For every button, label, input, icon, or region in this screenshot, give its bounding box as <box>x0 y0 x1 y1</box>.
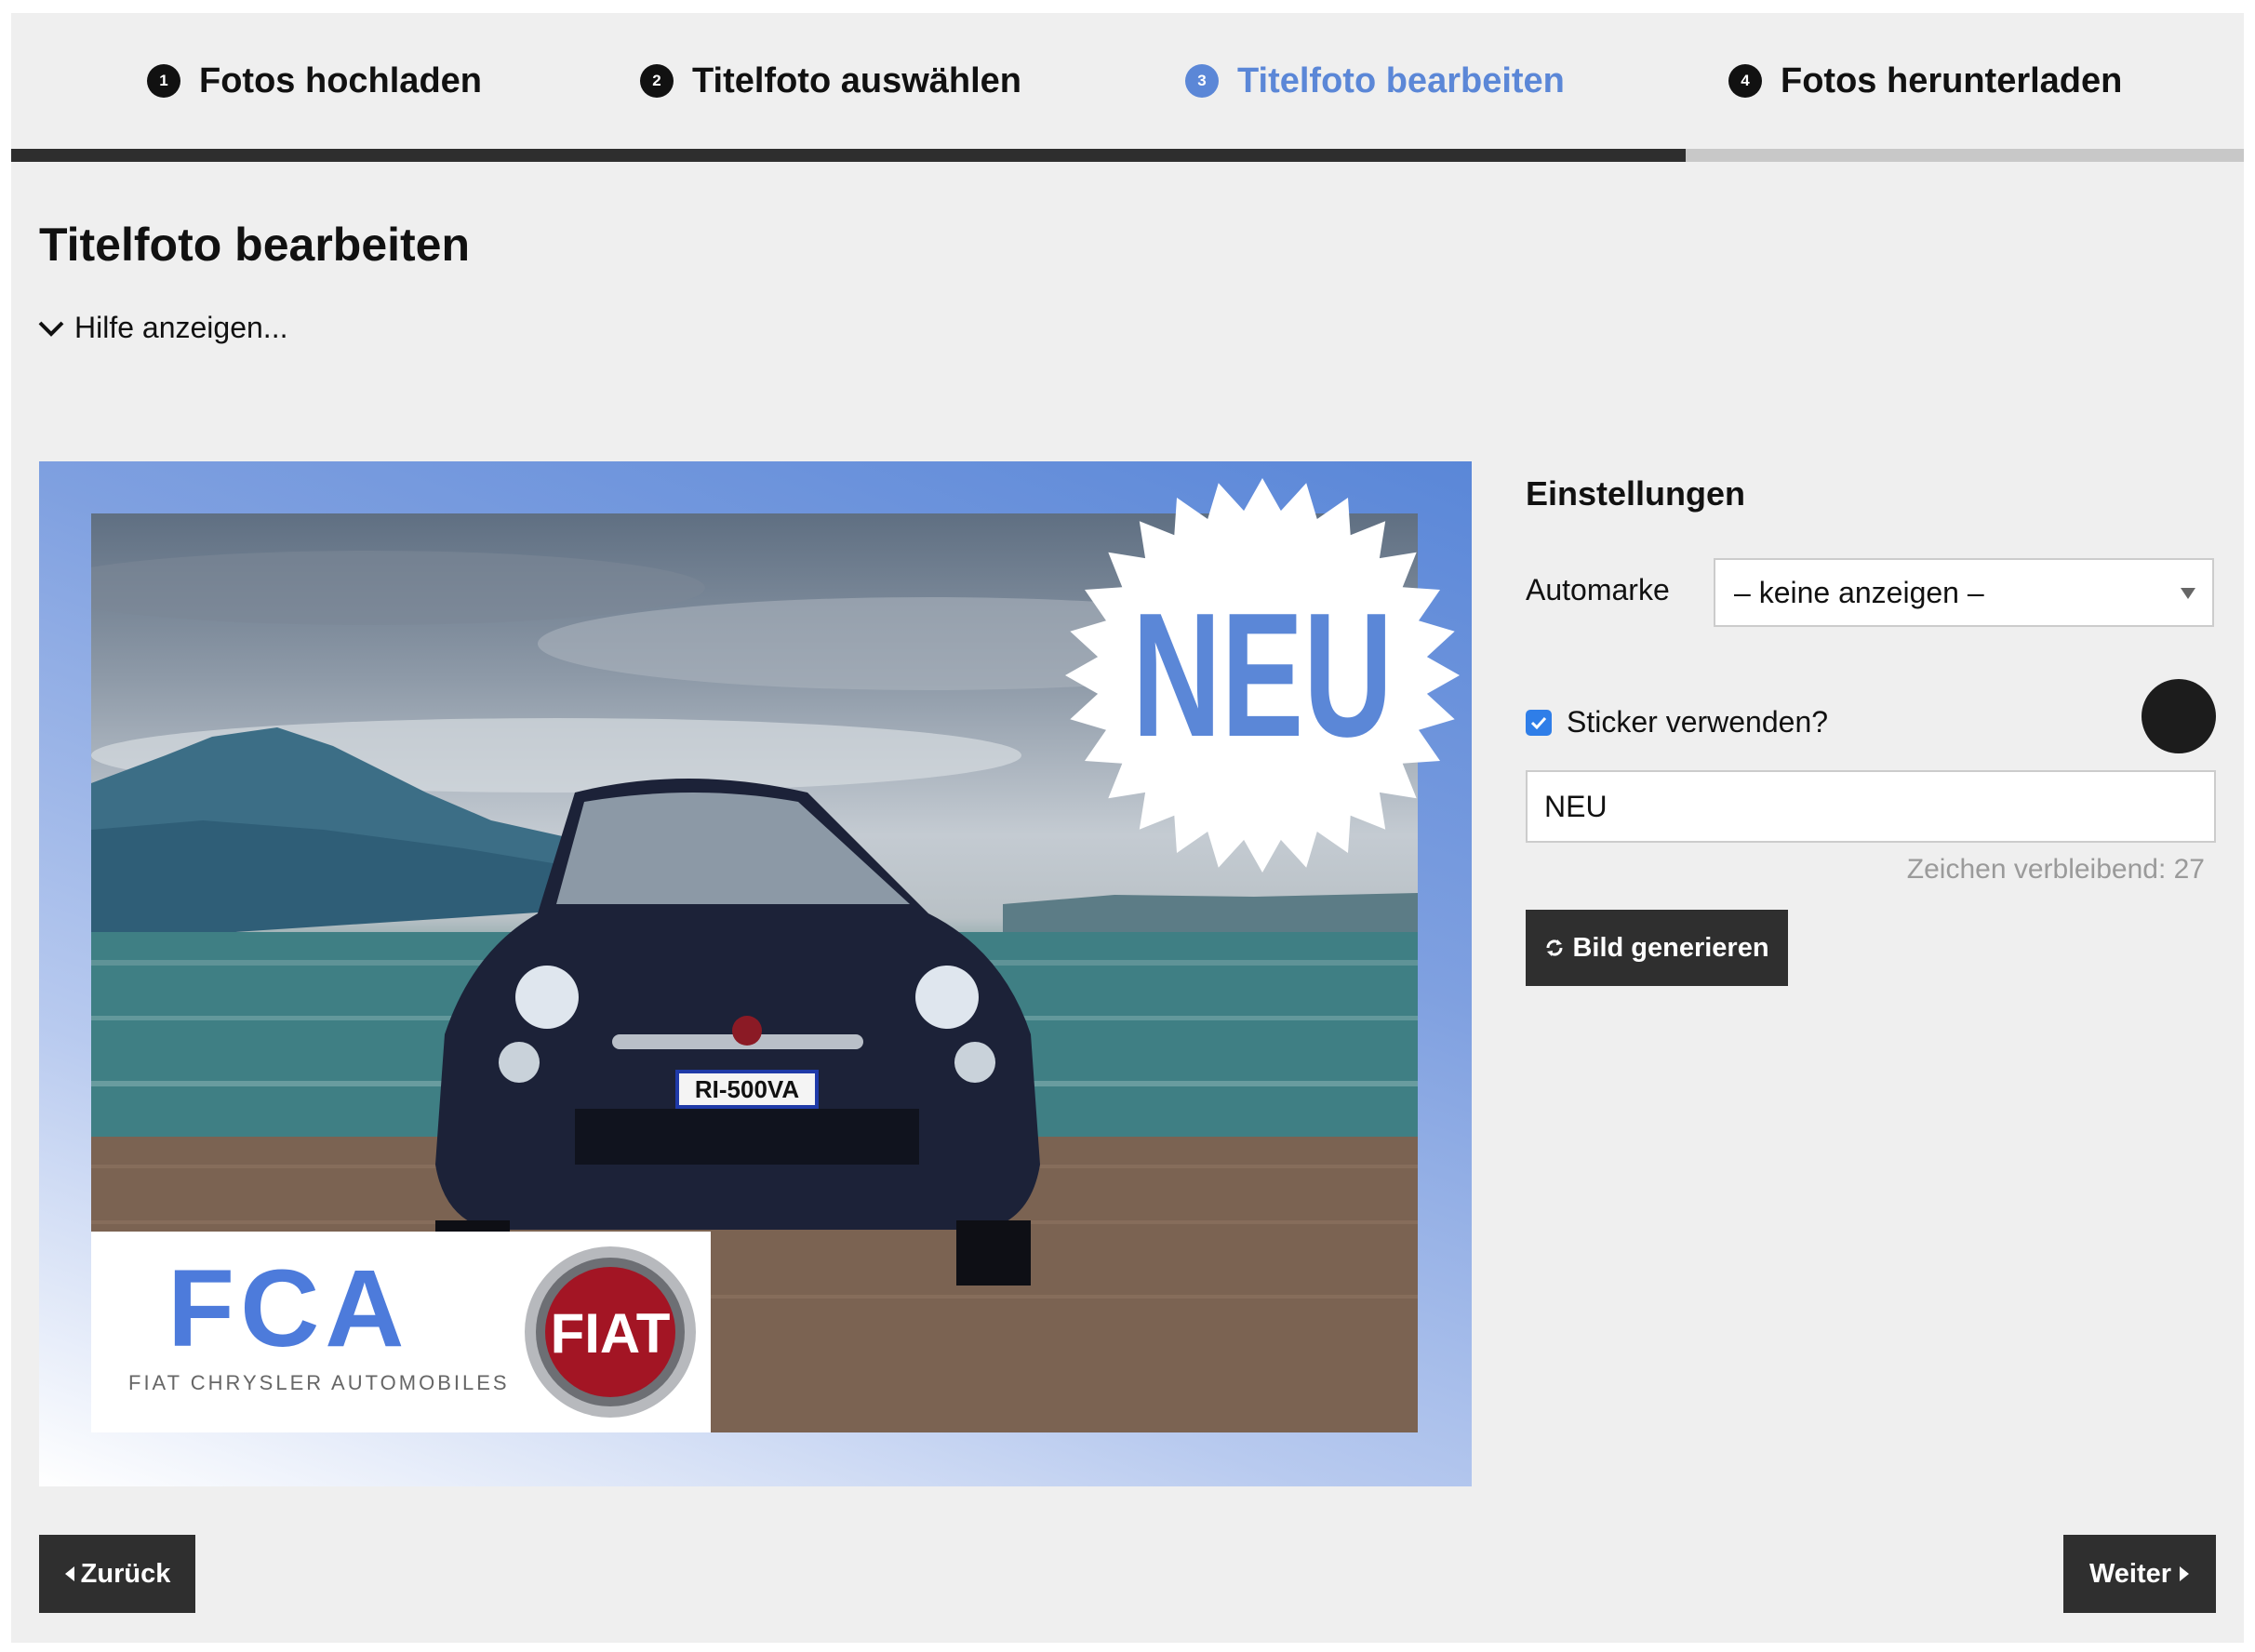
cover-preview: RI-500VA FCA FIAT CHRYSLER AUTOMOBILES F… <box>39 461 1472 1486</box>
sticker-text: NEU <box>1132 577 1393 774</box>
sticker-text-value: NEU <box>1544 789 1608 823</box>
step-label: Fotos herunterladen <box>1781 60 2123 100</box>
help-label: Hilfe anzeigen... <box>74 311 288 344</box>
sticker-label: Sticker verwenden? <box>1567 705 1829 739</box>
checkmark-icon <box>1530 716 1547 729</box>
sticker-badge: NEU <box>1065 478 1460 873</box>
generate-image-button[interactable]: Bild generieren <box>1526 910 1788 986</box>
step-label: Titelfoto bearbeiten <box>1237 60 1565 100</box>
step-number: 4 <box>1728 64 1762 98</box>
sticker-option: Sticker verwenden? <box>1526 705 1828 739</box>
next-button[interactable]: Weiter <box>2063 1535 2216 1613</box>
license-plate-text: RI-500VA <box>695 1075 799 1103</box>
step-edit-cover[interactable]: 3 Titelfoto bearbeiten <box>1185 58 1565 104</box>
sticker-color-picker[interactable] <box>2142 679 2216 753</box>
next-label: Weiter <box>2088 1558 2172 1589</box>
settings-title: Einstellungen <box>1526 474 1746 513</box>
step-label: Fotos hochladen <box>199 60 482 100</box>
help-toggle[interactable]: Hilfe anzeigen... <box>37 311 287 345</box>
automarke-label: Automarke <box>1526 573 1670 606</box>
step-upload[interactable]: 1 Fotos hochladen <box>147 58 482 104</box>
brand-logo-box: FCA FIAT CHRYSLER AUTOMOBILES FIAT <box>91 1232 711 1432</box>
automarke-value: – keine anzeigen – <box>1734 575 1984 609</box>
app-frame: 1 Fotos hochladen 2 Titelfoto auswählen … <box>11 13 2244 1643</box>
step-download[interactable]: 4 Fotos herunterladen <box>1728 58 2122 104</box>
sticker-checkbox[interactable] <box>1526 709 1552 736</box>
generate-label: Bild generieren <box>1572 932 1769 963</box>
remaining-chars: Zeichen verbleibend: 27 <box>1906 854 2205 885</box>
caret-left-icon <box>64 1566 74 1581</box>
step-select-cover[interactable]: 2 Titelfoto auswählen <box>640 58 1021 104</box>
automarke-select[interactable]: – keine anzeigen – <box>1714 558 2214 627</box>
step-number: 3 <box>1185 64 1219 98</box>
back-button[interactable]: Zurück <box>39 1535 195 1613</box>
sticker-text-input[interactable]: NEU <box>1526 770 2216 843</box>
svg-text:FIAT: FIAT <box>551 1302 671 1365</box>
dropdown-caret-icon <box>2181 588 2195 599</box>
step-number: 1 <box>147 64 180 98</box>
chevron-down-icon <box>38 321 64 337</box>
fca-subtitle: FIAT CHRYSLER AUTOMOBILES <box>128 1371 510 1394</box>
caret-right-icon <box>2180 1566 2190 1581</box>
fca-logo: FCA <box>167 1247 410 1370</box>
refresh-icon <box>1546 939 1563 956</box>
progress-bar <box>11 149 2244 162</box>
back-label: Zurück <box>80 1558 171 1589</box>
step-label: Titelfoto auswählen <box>692 60 1022 100</box>
step-number: 2 <box>640 64 674 98</box>
progress-fill <box>11 149 1686 162</box>
fiat-badge-icon: FIAT <box>525 1246 696 1418</box>
page-title: Titelfoto bearbeiten <box>39 219 471 271</box>
wizard-steps: 1 Fotos hochladen 2 Titelfoto auswählen … <box>11 13 2244 149</box>
